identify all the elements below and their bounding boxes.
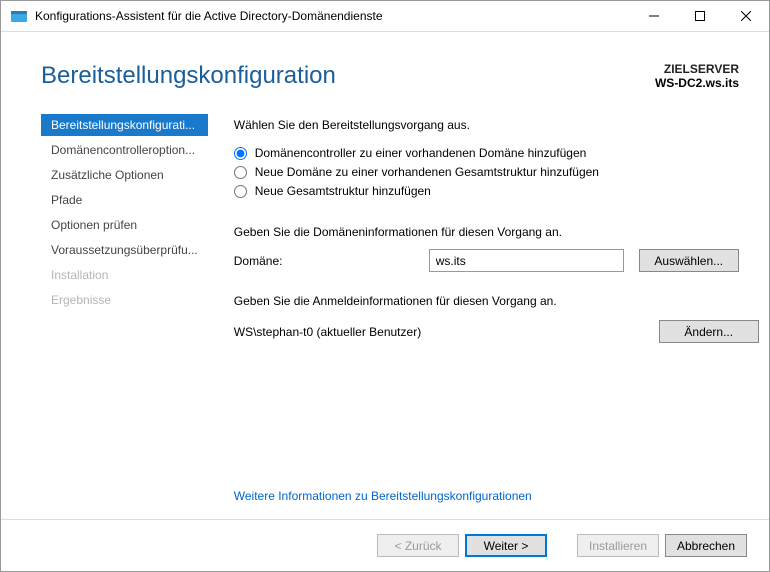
titlebar: Konfigurations-Assistent für die Active … [1,1,769,32]
radio-new-domain-existing-forest[interactable]: Neue Domäne zu einer vorhandenen Gesamts… [234,165,759,179]
sidebar-item-paths[interactable]: Pfade [41,189,208,211]
radio-add-dc-existing-domain-input[interactable] [234,147,247,160]
install-button: Installieren [577,534,659,557]
radio-new-forest-label: Neue Gesamtstruktur hinzufügen [255,184,431,198]
credentials-section: Geben Sie die Anmeldeinformationen für d… [234,294,759,343]
radio-new-domain-existing-forest-input[interactable] [234,166,247,179]
app-icon [11,8,27,24]
maximize-button[interactable] [677,1,723,31]
target-server-label: ZIELSERVER [655,62,739,76]
domain-input[interactable] [429,249,624,272]
more-info-link[interactable]: Weitere Informationen zu Bereitstellungs… [234,489,759,503]
radio-new-domain-existing-forest-label: Neue Domäne zu einer vorhandenen Gesamts… [255,165,599,179]
deployment-instruction: Wählen Sie den Bereitstellungsvorgang au… [234,118,759,132]
window-controls [631,1,769,31]
sidebar: Bereitstellungskonfigurati... Domänencon… [41,102,208,519]
window-title: Konfigurations-Assistent für die Active … [35,9,631,23]
sidebar-item-installation: Installation [41,264,208,286]
page-header: Bereitstellungskonfiguration ZIELSERVER … [1,32,769,102]
change-credentials-button[interactable]: Ändern... [659,320,759,343]
radio-add-dc-existing-domain-label: Domänencontroller zu einer vorhandenen D… [255,146,587,160]
credentials-row: WS\stephan-t0 (aktueller Benutzer) Änder… [234,320,759,343]
cancel-button[interactable]: Abbrechen [665,534,747,557]
current-user-text: WS\stephan-t0 (aktueller Benutzer) [234,325,644,339]
radio-new-forest-input[interactable] [234,185,247,198]
sidebar-item-deployment-config[interactable]: Bereitstellungskonfigurati... [41,114,208,136]
sidebar-item-additional-options[interactable]: Zusätzliche Optionen [41,164,208,186]
radio-new-forest[interactable]: Neue Gesamtstruktur hinzufügen [234,184,759,198]
page-title: Bereitstellungskonfiguration [41,62,655,90]
sidebar-item-review-options[interactable]: Optionen prüfen [41,214,208,236]
credentials-label: Geben Sie die Anmeldeinformationen für d… [234,294,759,308]
close-button[interactable] [723,1,769,31]
body-area: Bereitstellungskonfigurati... Domänencon… [1,102,769,519]
target-server-block: ZIELSERVER WS-DC2.ws.its [655,62,739,90]
content-area: Bereitstellungskonfiguration ZIELSERVER … [1,32,769,571]
radio-add-dc-existing-domain[interactable]: Domänencontroller zu einer vorhandenen D… [234,146,759,160]
footer-buttons: < Zurück Weiter > Installieren Abbrechen [1,519,769,571]
sidebar-item-results: Ergebnisse [41,289,208,311]
minimize-button[interactable] [631,1,677,31]
domain-info-section: Geben Sie die Domäneninformationen für d… [234,225,759,272]
main-panel: Wählen Sie den Bereitstellungsvorgang au… [208,102,759,519]
select-domain-button[interactable]: Auswählen... [639,249,739,272]
back-button: < Zurück [377,534,459,557]
sidebar-item-dc-options[interactable]: Domänencontrolleroption... [41,139,208,161]
wizard-window: Konfigurations-Assistent für die Active … [0,0,770,572]
domain-info-label: Geben Sie die Domäneninformationen für d… [234,225,759,239]
domain-field-label: Domäne: [234,254,429,268]
domain-form-row: Domäne: Auswählen... [234,249,759,272]
target-server-value: WS-DC2.ws.its [655,76,739,90]
next-button[interactable]: Weiter > [465,534,547,557]
sidebar-item-prereq-check[interactable]: Voraussetzungsüberprüfu... [41,239,208,261]
